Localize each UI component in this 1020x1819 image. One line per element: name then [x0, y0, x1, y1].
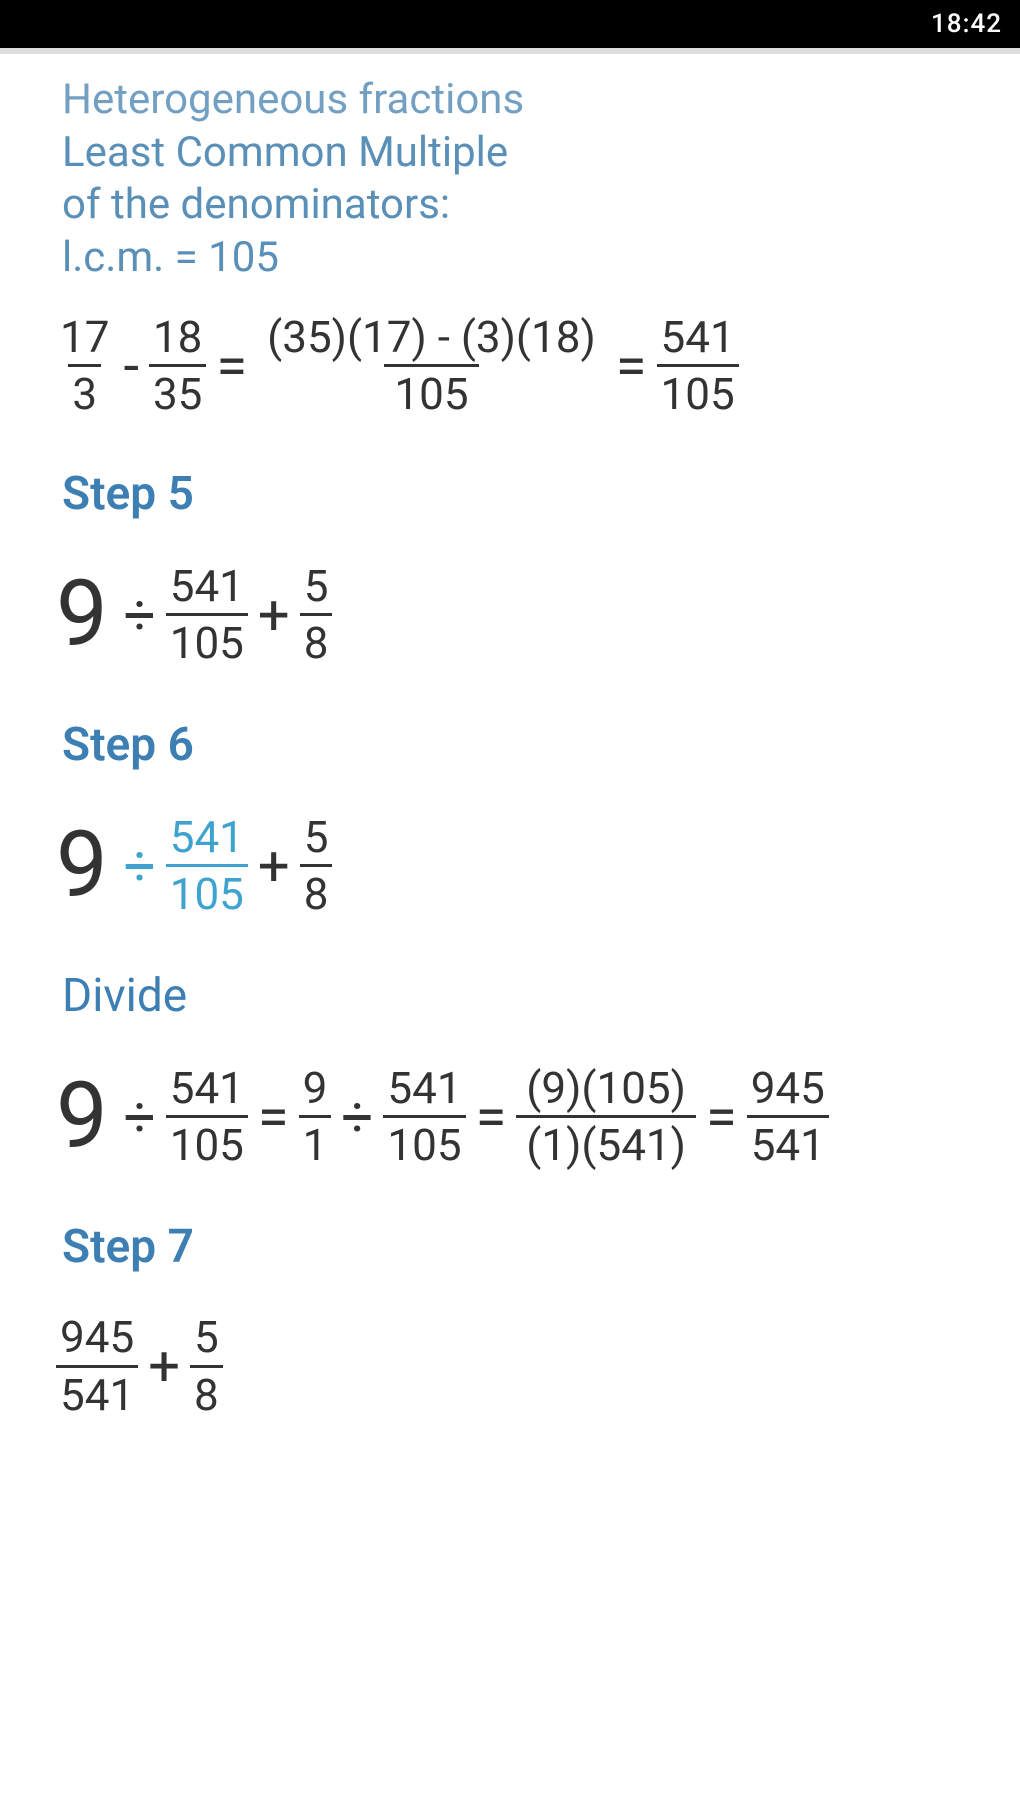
- divide-op: ÷: [341, 1084, 373, 1150]
- fraction: 541 105: [166, 814, 248, 917]
- denominator: 105: [384, 364, 478, 417]
- desc-line-1: Heterogeneous fractions: [62, 74, 980, 127]
- denominator: 1: [299, 1115, 332, 1168]
- denominator: (1)(541): [516, 1115, 696, 1168]
- fraction: 5 8: [300, 563, 333, 666]
- denominator: 105: [166, 613, 248, 666]
- divide-op: ÷: [124, 1084, 156, 1150]
- equals: =: [476, 1084, 507, 1150]
- equals: =: [216, 333, 247, 399]
- description-block: Heterogeneous fractions Least Common Mul…: [62, 74, 980, 284]
- fraction: 5 8: [300, 814, 333, 917]
- fraction: 541 105: [166, 563, 248, 666]
- fraction: 18 35: [149, 314, 206, 417]
- equals: =: [706, 1084, 737, 1150]
- denominator: 105: [657, 364, 739, 417]
- fraction: 541 105: [657, 314, 739, 417]
- denominator: 105: [383, 1115, 465, 1168]
- numerator: (9)(105): [516, 1065, 696, 1115]
- plus-op: +: [258, 582, 290, 648]
- content: Heterogeneous fractions Least Common Mul…: [0, 54, 1020, 1448]
- desc-line-3: of the denominators:: [62, 179, 980, 232]
- fraction: 541 105: [166, 1065, 248, 1168]
- big-nine: 9: [56, 561, 108, 668]
- denominator: 541: [747, 1115, 829, 1168]
- equals: =: [616, 333, 647, 399]
- numerator: 18: [149, 314, 206, 364]
- step-7-title: Step 7: [62, 1220, 980, 1274]
- fraction: (9)(105) (1)(541): [516, 1065, 696, 1168]
- big-nine: 9: [56, 1063, 108, 1170]
- big-nine: 9: [56, 812, 108, 919]
- denominator: 8: [300, 864, 333, 917]
- denominator: 3: [68, 364, 101, 417]
- step-5-row: 9 ÷ 541 105 + 5 8: [56, 561, 980, 668]
- denominator: 8: [190, 1365, 223, 1418]
- numerator: 5: [300, 563, 333, 613]
- status-time: 18:42: [931, 9, 1002, 39]
- divide-row: 9 ÷ 541 105 = 9 1 ÷ 541 105 = (9)(105) (…: [56, 1063, 980, 1170]
- fraction: 541 105: [383, 1065, 465, 1168]
- numerator: 541: [383, 1065, 465, 1115]
- fraction: 17 3: [56, 314, 113, 417]
- fraction: 9 1: [299, 1065, 332, 1168]
- lcm-row: 17 3 - 18 35 = (35)(17) - (3)(18) 105 = …: [56, 314, 980, 417]
- numerator: 9: [299, 1065, 332, 1115]
- plus-op: +: [148, 1333, 180, 1399]
- desc-line-2: Least Common Multiple: [62, 127, 980, 180]
- step-5-title: Step 5: [62, 467, 980, 521]
- numerator: 5: [300, 814, 333, 864]
- step-7-row: 945 541 + 5 8: [56, 1314, 980, 1417]
- fraction: 5 8: [190, 1314, 223, 1417]
- numerator: 945: [56, 1314, 138, 1364]
- denominator: 541: [56, 1365, 138, 1418]
- numerator: 945: [747, 1065, 829, 1115]
- desc-line-4: l.c.m. = 105: [62, 232, 980, 285]
- plus-op: +: [258, 833, 290, 899]
- divide-op: ÷: [124, 833, 156, 899]
- numerator: 541: [166, 1065, 248, 1115]
- denominator: 105: [166, 864, 248, 917]
- equals: =: [258, 1084, 289, 1150]
- step-6-row: 9 ÷ 541 105 + 5 8: [56, 812, 980, 919]
- status-bar: 18:42: [0, 0, 1020, 48]
- numerator: 5: [190, 1314, 223, 1364]
- fraction: (35)(17) - (3)(18) 105: [257, 314, 606, 417]
- numerator: (35)(17) - (3)(18): [257, 314, 606, 364]
- numerator: 17: [56, 314, 113, 364]
- numerator: 541: [166, 563, 248, 613]
- denominator: 35: [149, 364, 206, 417]
- numerator: 541: [166, 814, 248, 864]
- denominator: 105: [166, 1115, 248, 1168]
- step-6-title: Step 6: [62, 718, 980, 772]
- fraction: 945 541: [747, 1065, 829, 1168]
- fraction: 945 541: [56, 1314, 138, 1417]
- divide-op: ÷: [124, 582, 156, 648]
- minus-op: -: [123, 333, 138, 399]
- divide-title: Divide: [62, 969, 980, 1023]
- denominator: 8: [300, 613, 333, 666]
- numerator: 541: [657, 314, 739, 364]
